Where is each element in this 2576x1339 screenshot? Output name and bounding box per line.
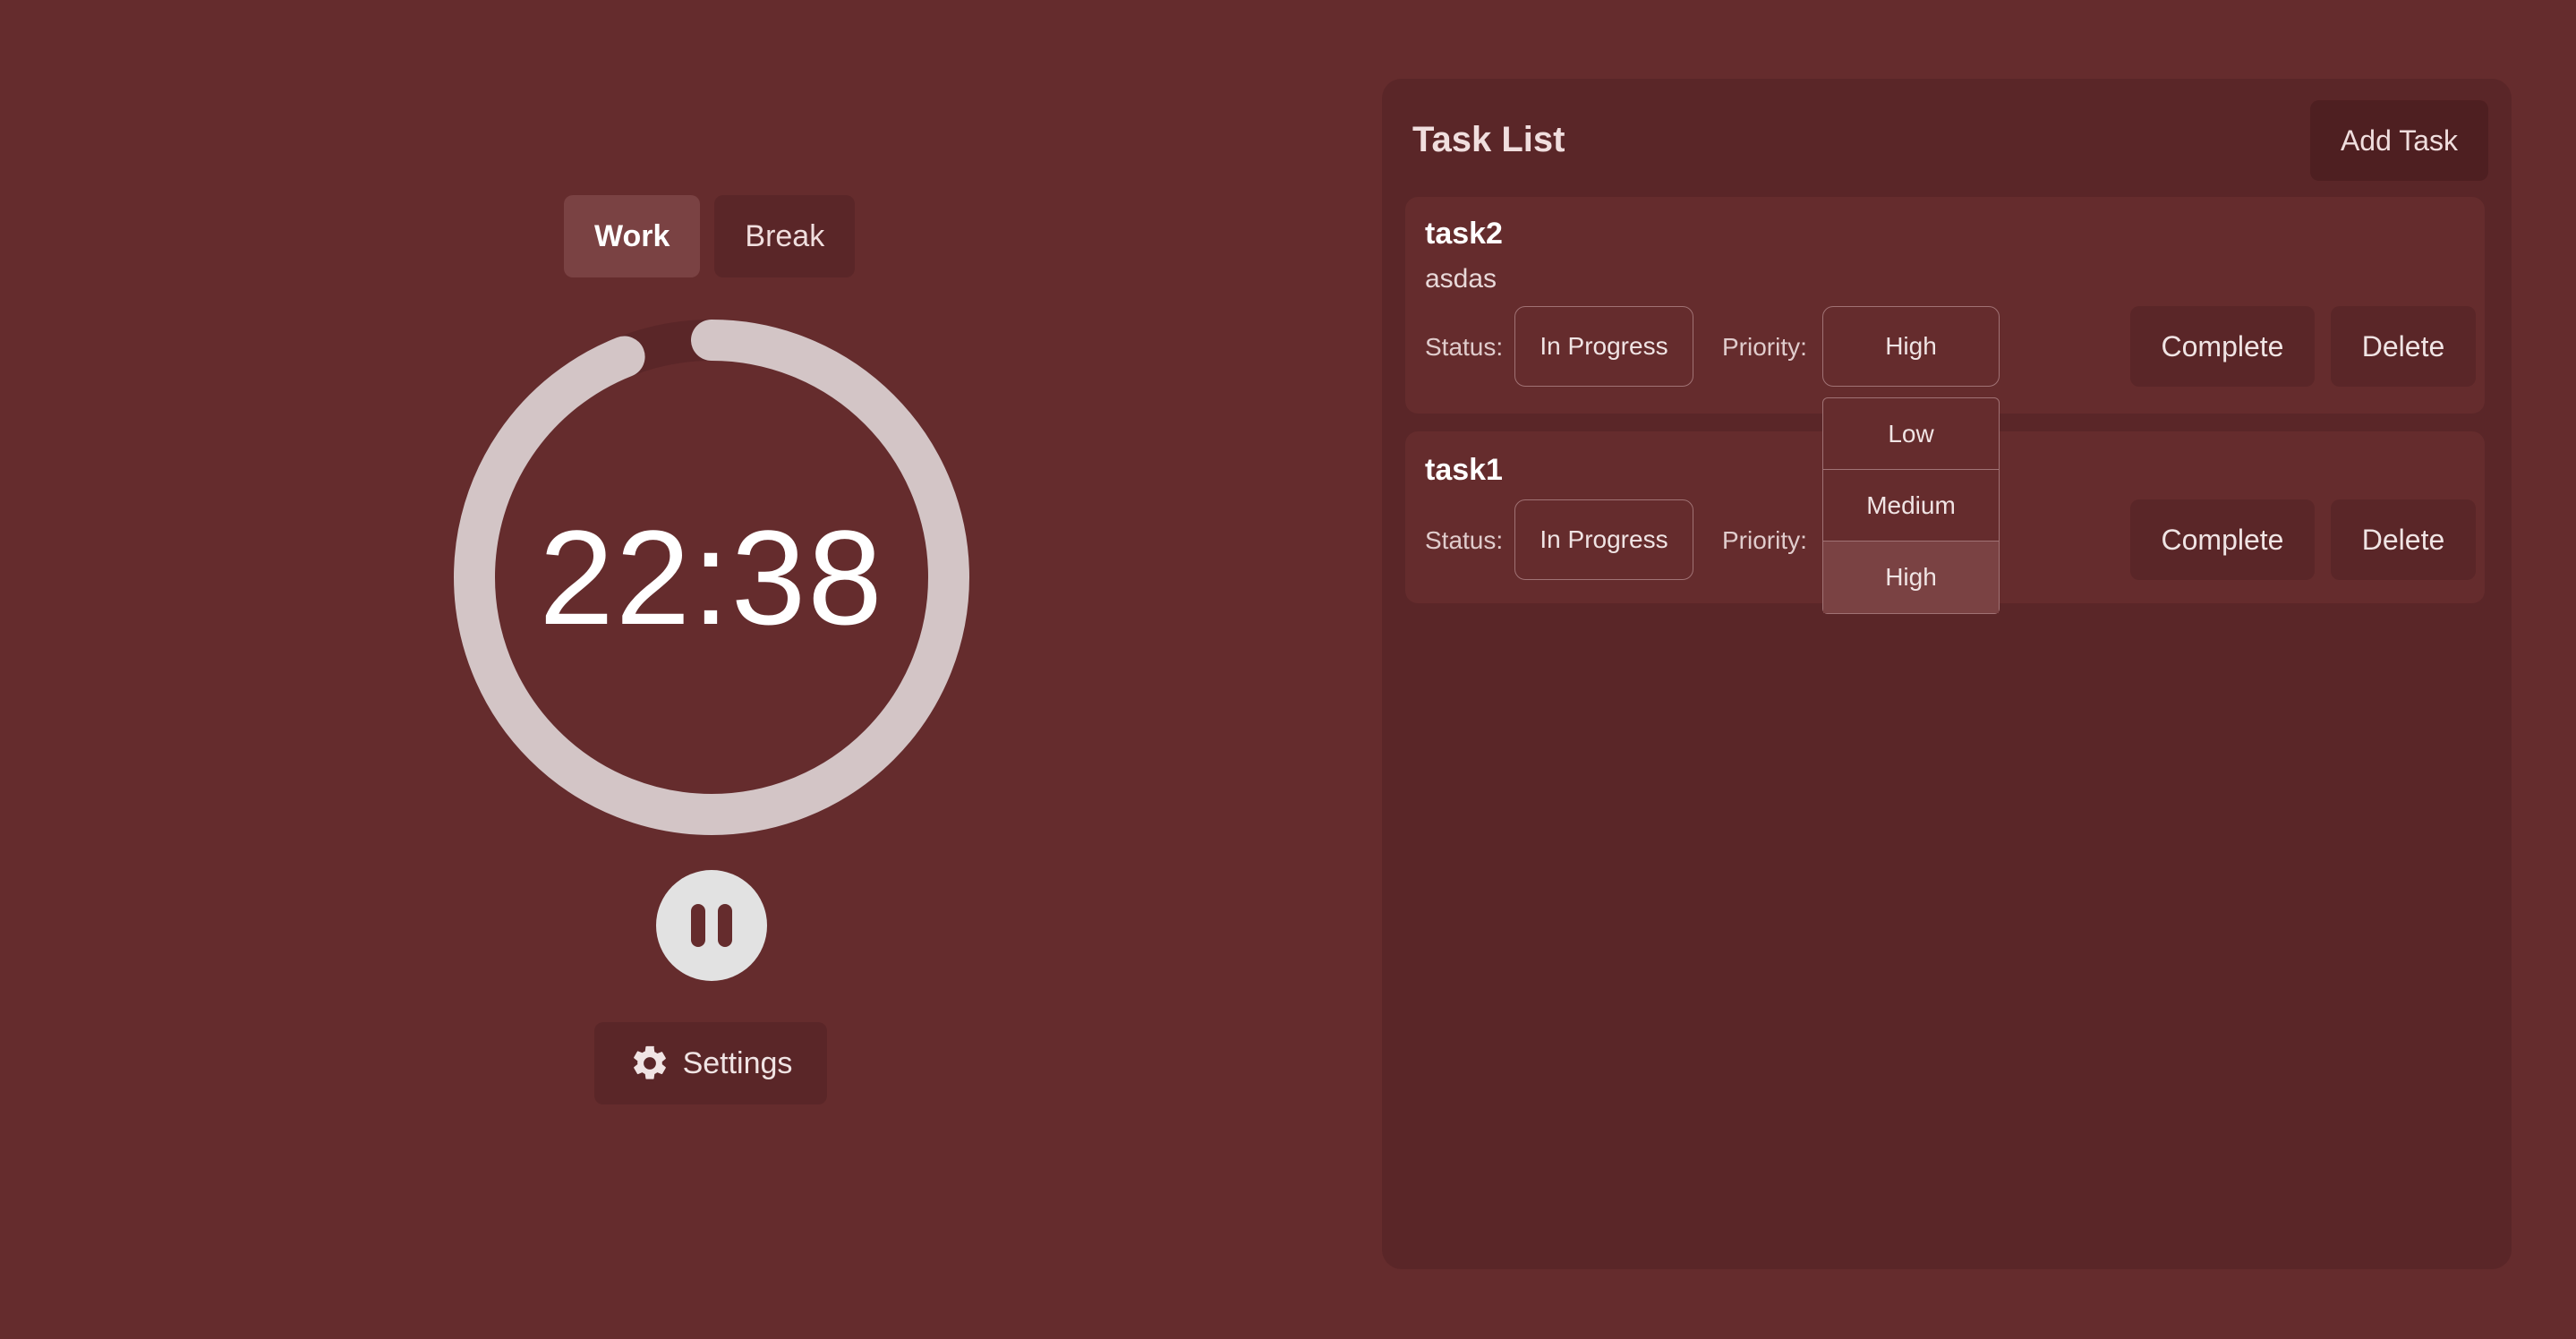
task-title: task2 xyxy=(1425,217,1503,251)
settings-button[interactable]: Settings xyxy=(594,1022,827,1104)
pause-icon xyxy=(718,904,732,947)
dropdown-option-low[interactable]: Low xyxy=(1823,398,1999,470)
priority-dropdown: Low Medium High xyxy=(1822,397,2000,614)
status-select[interactable]: In Progress xyxy=(1514,499,1693,580)
tab-break[interactable]: Break xyxy=(714,195,856,277)
status-label: Status: xyxy=(1425,333,1504,361)
complete-button[interactable]: Complete xyxy=(2130,306,2315,387)
timer-display: 22:38 xyxy=(539,501,884,652)
gear-icon xyxy=(633,1045,666,1079)
complete-button[interactable]: Complete xyxy=(2130,499,2315,580)
task-title: task1 xyxy=(1425,453,1503,487)
mode-tabs: Work Break xyxy=(564,195,856,277)
pause-icon xyxy=(691,904,705,947)
delete-button[interactable]: Delete xyxy=(2331,306,2476,387)
priority-label: Priority: xyxy=(1722,333,1807,361)
status-label: Status: xyxy=(1425,526,1504,554)
dropdown-option-medium[interactable]: Medium xyxy=(1823,470,1999,542)
status-select[interactable]: In Progress xyxy=(1514,306,1693,387)
pause-button[interactable] xyxy=(656,870,767,981)
tab-work[interactable]: Work xyxy=(564,195,701,277)
settings-label: Settings xyxy=(682,1045,793,1080)
dropdown-option-high[interactable]: High xyxy=(1823,542,1999,613)
priority-label: Priority: xyxy=(1722,526,1807,554)
task-card: task2 asdas Status: In Progress Priority… xyxy=(1405,197,2485,414)
priority-select[interactable]: High xyxy=(1822,306,2000,387)
add-task-button[interactable]: Add Task xyxy=(2309,100,2488,181)
task-list-panel: Task List Add Task task2 asdas Status: I… xyxy=(1382,79,2512,1269)
delete-button[interactable]: Delete xyxy=(2331,499,2476,580)
task-description: asdas xyxy=(1425,264,1497,294)
panel-title: Task List xyxy=(1412,120,1565,159)
